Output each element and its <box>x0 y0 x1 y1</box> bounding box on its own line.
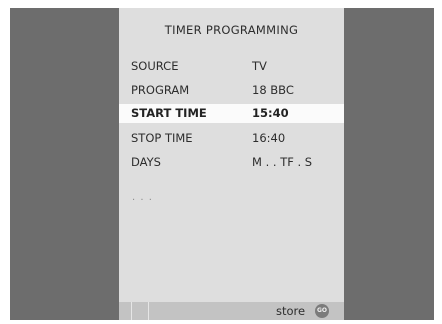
row-value: 16:40 <box>252 131 286 145</box>
row-label: STOP TIME <box>131 131 193 145</box>
go-button-icon[interactable]: GO <box>315 304 329 318</box>
more-options-ellipsis: . . . <box>132 192 153 203</box>
row-value: 18 BBC <box>252 83 294 97</box>
row-label: SOURCE <box>131 59 179 73</box>
row-label: DAYS <box>131 155 161 169</box>
menu-row-days[interactable]: DAYS M . . TF . S <box>119 153 344 172</box>
store-label[interactable]: store <box>276 304 305 318</box>
menu-row-source[interactable]: SOURCE TV <box>119 57 344 76</box>
row-value: 15:40 <box>252 106 289 120</box>
row-label: START TIME <box>131 106 207 120</box>
menu-row-stop-time[interactable]: STOP TIME 16:40 <box>119 129 344 148</box>
footer-bar: store GO <box>119 302 344 320</box>
timer-programming-menu: TIMER PROGRAMMING SOURCE TV PROGRAM 18 B… <box>119 8 344 320</box>
row-value: TV <box>252 59 267 73</box>
footer-divider <box>131 302 132 320</box>
row-value: M . . TF . S <box>252 155 313 169</box>
menu-row-start-time[interactable]: START TIME 15:40 <box>119 104 344 123</box>
menu-title: TIMER PROGRAMMING <box>164 23 299 37</box>
footer-divider <box>148 302 149 320</box>
row-label: PROGRAM <box>131 83 190 97</box>
menu-row-program[interactable]: PROGRAM 18 BBC <box>119 81 344 100</box>
